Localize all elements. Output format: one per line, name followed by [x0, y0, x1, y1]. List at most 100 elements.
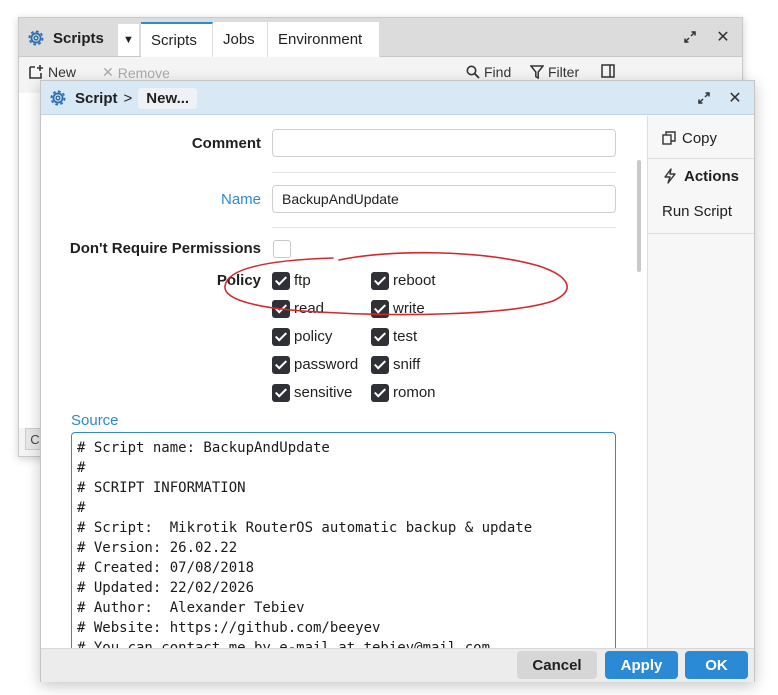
dialog-footer: Cancel Apply OK [41, 648, 754, 682]
chevron-down-icon: ▼ [123, 34, 134, 46]
policy-policy-checkbox[interactable] [272, 328, 290, 346]
policy-test-label: test [393, 328, 418, 345]
source-line: # Updated: 22/02/2026 [77, 580, 255, 596]
comment-divider [272, 172, 616, 173]
source-line: # You can contact me by e-mail at tebiev… [77, 640, 491, 648]
ok-button[interactable]: OK [685, 651, 748, 679]
tab-jobs[interactable]: Jobs [213, 22, 268, 57]
script-dialog-titlebar: Script > New... ✕ [41, 81, 754, 115]
filter-icon [530, 65, 544, 79]
tab-environment[interactable]: Environment [268, 22, 380, 57]
policy-password-label: password [294, 356, 359, 373]
copy-icon [662, 131, 676, 145]
source-editor[interactable]: # Script name: BackupAndUpdate # # SCRIP… [71, 432, 616, 648]
scripts-window-close-button[interactable]: ✕ [712, 26, 734, 48]
source-line: # [77, 500, 86, 516]
script-form: Comment Name BackupAndUpdate Don't Requi… [41, 116, 646, 648]
comment-label: Comment [191, 135, 261, 152]
side-divider [648, 233, 754, 234]
remove-button[interactable]: ✕ Remove [102, 64, 170, 81]
dialog-restore-button[interactable] [693, 87, 715, 109]
source-line: # SCRIPT INFORMATION [77, 480, 246, 496]
source-label: Source [71, 412, 119, 429]
cancel-label: Cancel [532, 656, 582, 674]
search-icon [466, 65, 480, 79]
restore-icon [698, 92, 710, 104]
gear-icon [50, 90, 66, 106]
close-icon: ✕ [716, 29, 730, 46]
policy-policy-label: policy [294, 328, 333, 345]
new-icon [29, 65, 43, 79]
breadcrumb-separator: > [123, 89, 133, 107]
permissions-label: Don't Require Permissions [69, 240, 261, 257]
source-line: # Script: Mikrotik RouterOS automatic ba… [77, 520, 533, 536]
policy-sniff-label: sniff [393, 356, 421, 373]
new-button-label: New [48, 64, 77, 80]
find-button[interactable]: Find [466, 64, 511, 80]
name-label: Name [220, 191, 261, 208]
close-icon: ✕ [728, 90, 742, 107]
policy-label: Policy [216, 272, 261, 289]
policy-read-checkbox[interactable] [272, 300, 290, 318]
policy-write-checkbox[interactable] [371, 300, 389, 318]
new-button[interactable]: New [28, 64, 76, 80]
policy-romon-label: romon [393, 384, 436, 401]
name-field[interactable]: BackupAndUpdate [272, 185, 616, 213]
policy-read-label: read [294, 300, 325, 317]
tab-scripts[interactable]: Scripts [141, 22, 213, 57]
source-line: # Script name: BackupAndUpdate [77, 440, 330, 456]
breadcrumb-current: New... [138, 87, 198, 109]
comment-field[interactable] [272, 129, 616, 157]
restore-icon [684, 31, 696, 43]
policy-sniff-checkbox[interactable] [371, 356, 389, 374]
apply-label: Apply [620, 656, 663, 674]
scripts-window-titlebar: Scripts ▼ Scripts Jobs Environment ✕ [19, 18, 742, 57]
policy-test-checkbox[interactable] [371, 328, 389, 346]
cancel-button[interactable]: Cancel [517, 651, 597, 679]
tab-environment-label: Environment [278, 31, 363, 48]
dialog-close-button[interactable]: ✕ [724, 87, 746, 109]
name-divider [272, 227, 616, 228]
side-panel: Copy Actions Run Script [647, 116, 754, 648]
policy-reboot-checkbox[interactable] [371, 272, 389, 290]
gear-icon [28, 30, 44, 46]
policy-ftp-label: ftp [294, 272, 311, 289]
source-lines: # Script name: BackupAndUpdate # # SCRIP… [72, 438, 615, 648]
policy-password-checkbox[interactable] [272, 356, 290, 374]
ok-label: OK [705, 656, 728, 674]
permissions-checkbox[interactable] [273, 240, 291, 258]
source-line: # Author: Alexander Tebiev [77, 600, 305, 616]
source-line: # Version: 26.02.22 [77, 540, 238, 556]
breadcrumb: Script > New... [47, 85, 198, 111]
copy-label: Copy [682, 129, 718, 147]
policy-ftp-checkbox[interactable] [272, 272, 290, 290]
copy-button[interactable]: Copy [648, 126, 754, 150]
columns-icon [601, 64, 615, 78]
filter-button[interactable]: Filter [530, 64, 579, 80]
tab-scripts-label: Scripts [151, 32, 197, 49]
scripts-list-edge [19, 93, 41, 428]
policy-reboot-label: reboot [393, 272, 436, 289]
breadcrumb-root[interactable]: Script [75, 90, 118, 107]
policy-sensitive-checkbox[interactable] [272, 384, 290, 402]
form-scrollbar[interactable] [637, 160, 641, 272]
side-divider [648, 158, 754, 159]
remove-button-label: Remove [117, 64, 170, 81]
actions-label: Actions [684, 167, 740, 185]
columns-button[interactable] [601, 64, 615, 78]
source-line: # Created: 07/08/2018 [77, 560, 255, 576]
apply-button[interactable]: Apply [605, 651, 678, 679]
tab-menu-button[interactable]: ▼ [118, 24, 140, 56]
policy-write-label: write [393, 300, 425, 317]
remove-icon: ✕ [102, 64, 114, 80]
scripts-window-restore-button[interactable] [679, 26, 701, 48]
filter-button-label: Filter [548, 64, 580, 80]
source-line: # Website: https://github.com/beeyev [77, 620, 381, 636]
actions-header: Actions [648, 164, 754, 188]
scripts-window-title: Scripts [53, 29, 104, 47]
run-script-button[interactable]: Run Script [648, 199, 754, 223]
policy-romon-checkbox[interactable] [371, 384, 389, 402]
policy-sensitive-label: sensitive [294, 384, 353, 401]
tab-jobs-label: Jobs [223, 31, 255, 48]
source-line: # [77, 460, 86, 476]
